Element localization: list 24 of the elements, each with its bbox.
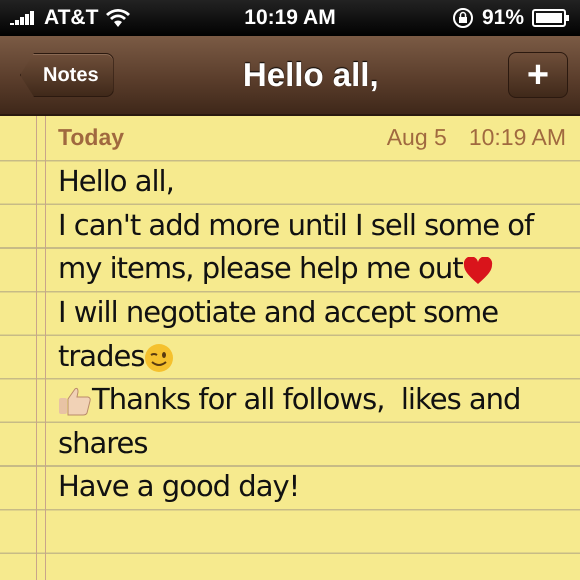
note-time: 10:19 AM bbox=[468, 124, 566, 152]
back-button[interactable]: Notes bbox=[20, 53, 114, 97]
carrier-name: AT&T bbox=[44, 6, 98, 30]
add-button[interactable]: + bbox=[508, 52, 568, 98]
note-line: Hello all, bbox=[58, 164, 174, 198]
note-line: I will negotiate and accept some bbox=[58, 294, 498, 329]
note-title: Hello all, bbox=[242, 56, 379, 94]
note-day: Today bbox=[58, 124, 124, 152]
thumbs-up-icon bbox=[58, 386, 92, 416]
note-date: Aug 5 bbox=[386, 124, 447, 152]
heart-icon bbox=[462, 257, 493, 286]
note-line: trades bbox=[58, 338, 144, 373]
note-line: Thanks for all follows, likes and bbox=[92, 382, 520, 416]
note-line: I can't add more until I sell some of bbox=[58, 208, 534, 242]
rotation-lock-icon bbox=[452, 7, 474, 29]
winking-face-icon bbox=[144, 342, 174, 373]
note-line: shares bbox=[58, 426, 148, 460]
battery-icon bbox=[532, 9, 570, 27]
wifi-icon bbox=[106, 9, 130, 27]
battery-percentage: 91% bbox=[482, 6, 524, 30]
signal-icon bbox=[10, 11, 36, 25]
clock-time: 10:19 AM bbox=[244, 6, 336, 30]
note-line: Have a good day! bbox=[58, 469, 300, 504]
note-line: my items, please help me out bbox=[58, 251, 463, 286]
